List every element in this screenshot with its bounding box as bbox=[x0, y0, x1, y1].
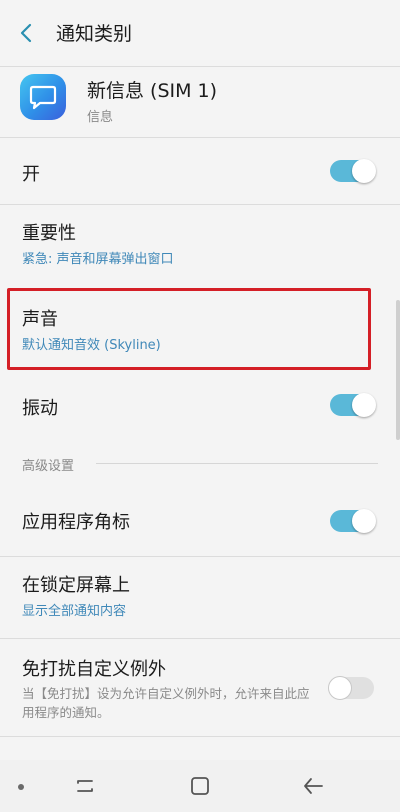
lock-screen-value: 显示全部通知内容 bbox=[22, 604, 127, 619]
home-button[interactable] bbox=[185, 772, 215, 800]
importance-label: 重要性 bbox=[22, 223, 76, 244]
dot-icon[interactable] bbox=[18, 784, 24, 790]
chevron-left-icon bbox=[20, 23, 32, 43]
home-icon bbox=[191, 777, 209, 795]
dnd-exception-label: 免打扰自定义例外 bbox=[22, 659, 166, 680]
lock-screen-label: 在锁定屏幕上 bbox=[22, 575, 130, 596]
badge-label: 应用程序角标 bbox=[22, 512, 130, 533]
recents-icon bbox=[77, 780, 93, 792]
back-icon bbox=[304, 778, 323, 794]
section-divider bbox=[96, 463, 378, 464]
lock-screen-row[interactable]: 在锁定屏幕上 显示全部通知内容 bbox=[0, 557, 400, 637]
badge-toggle[interactable] bbox=[330, 509, 376, 533]
section-header-advanced: 高级设置 bbox=[22, 459, 75, 474]
importance-value: 紧急: 声音和屏幕弹出窗口 bbox=[22, 252, 174, 267]
app-subtitle: 信息 bbox=[87, 110, 114, 125]
vibration-row[interactable]: 振动 bbox=[0, 372, 400, 438]
scrollbar[interactable] bbox=[396, 300, 400, 440]
badge-row[interactable]: 应用程序角标 bbox=[0, 486, 400, 556]
dnd-exception-description: 当【免打扰】设为允许自定义例外时，允许来自此应用程序的通知。 bbox=[22, 686, 310, 720]
recents-button[interactable] bbox=[70, 772, 100, 800]
importance-row[interactable]: 重要性 紧急: 声音和屏幕弹出窗口 bbox=[0, 205, 400, 285]
message-bubble-icon bbox=[20, 74, 66, 120]
highlight-box bbox=[7, 288, 371, 370]
page-title: 通知类别 bbox=[56, 23, 133, 45]
vibration-toggle[interactable] bbox=[330, 393, 376, 417]
open-row[interactable]: 开 bbox=[0, 138, 400, 204]
back-button[interactable] bbox=[14, 18, 38, 48]
back-nav-button[interactable] bbox=[298, 772, 328, 800]
open-label: 开 bbox=[22, 164, 40, 185]
vibration-label: 振动 bbox=[22, 398, 58, 419]
app-name: 新信息 (SIM 1) bbox=[87, 80, 218, 102]
app-bar: 通知类别 bbox=[0, 0, 400, 66]
open-toggle[interactable] bbox=[330, 159, 376, 183]
divider bbox=[0, 736, 400, 737]
dnd-exception-toggle[interactable] bbox=[328, 676, 374, 700]
